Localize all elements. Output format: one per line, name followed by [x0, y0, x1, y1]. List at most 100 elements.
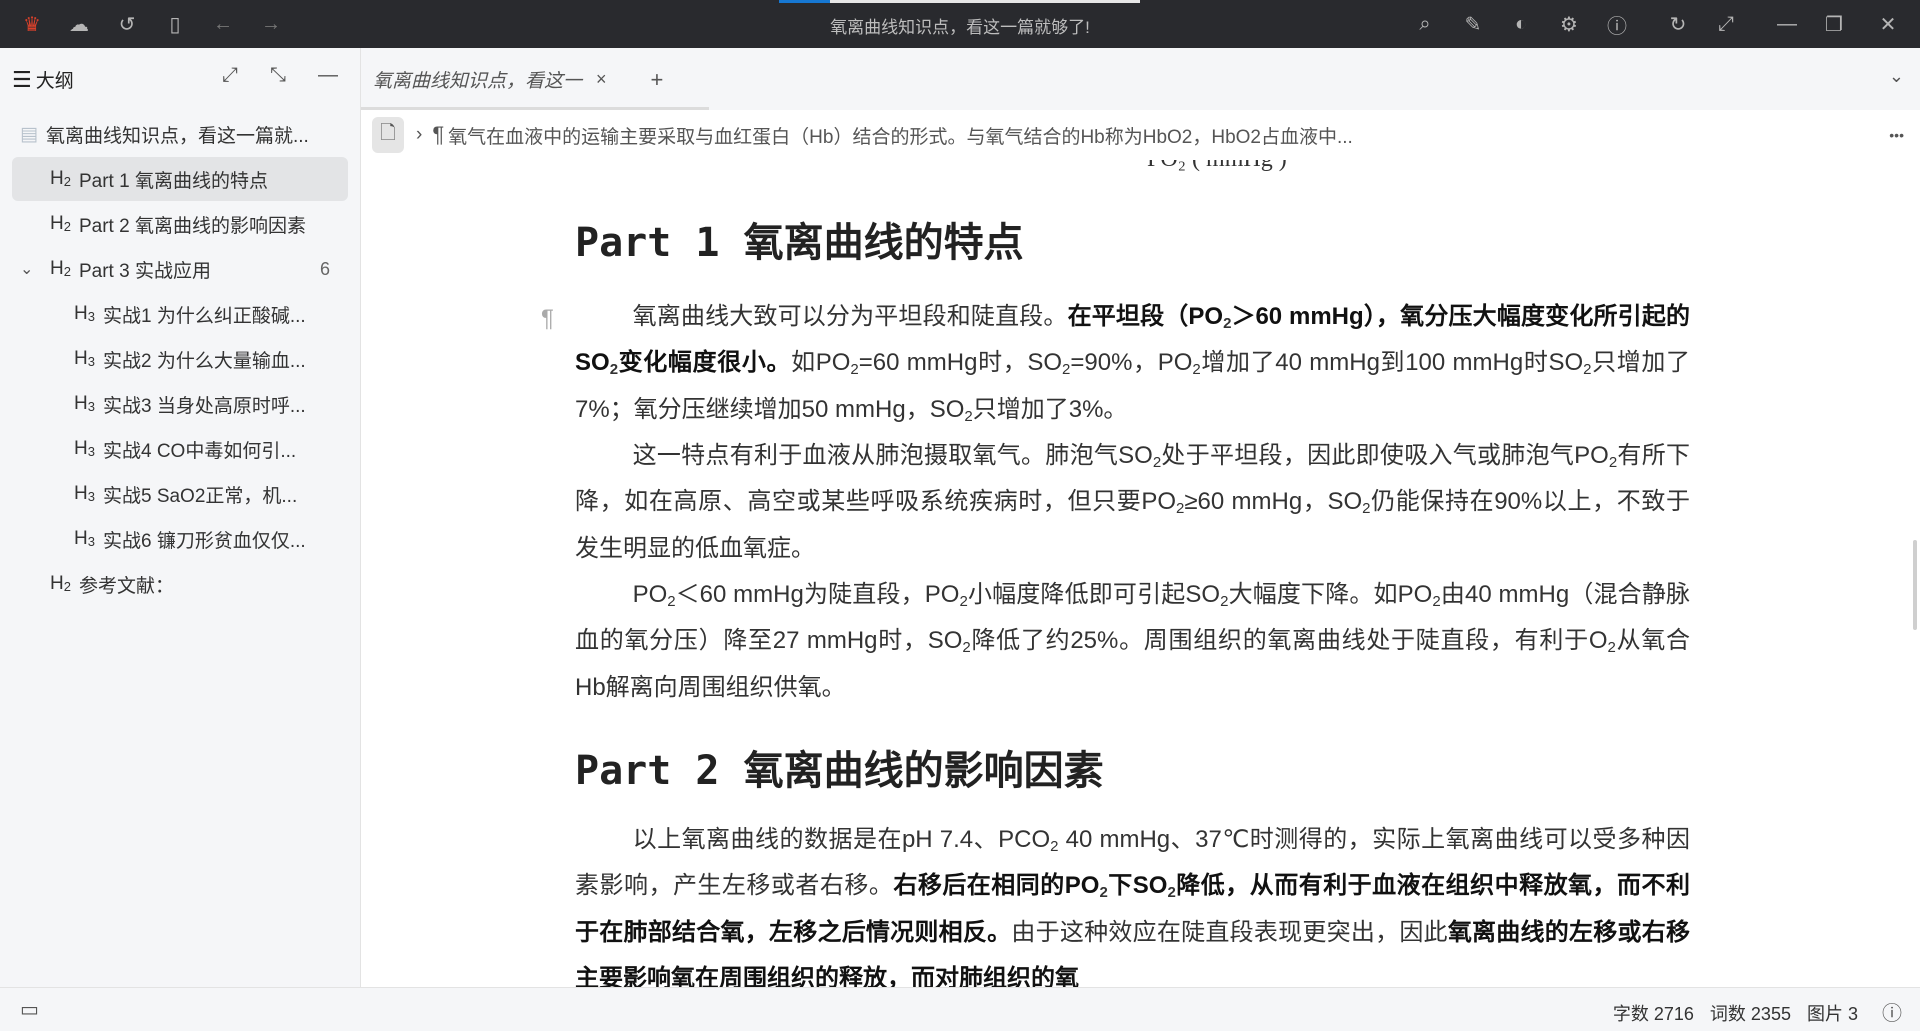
outline-item[interactable]: ⌄ H2 Part 3 实战应用 6 [12, 247, 348, 291]
tab-list-chevron-icon[interactable]: ⌄ [1889, 66, 1904, 87]
outline-item-label: 实战1 为什么纠正酸碱... [102, 305, 306, 327]
outline-item[interactable]: H3 实战3 当身处高原时呼... [12, 382, 348, 426]
subscript-text: 2 [1192, 361, 1201, 379]
text-run: 如PO [791, 349, 851, 377]
text-run: ≥60 mmHg，SO [1184, 488, 1363, 516]
word-count-label: 词数 [1709, 1004, 1746, 1024]
outline-item[interactable]: H3 实战6 镰刀形贫血仅仅... [12, 517, 348, 561]
image-count-label: 图片 [1806, 1004, 1843, 1024]
calendar-icon[interactable]: ▯ [161, 10, 189, 38]
heading-level-badge: H3 [74, 303, 95, 324]
cloud-icon[interactable]: ☁ [65, 10, 93, 38]
editor-content[interactable]: PO₂ ( mmHg ) Part 1 氧离曲线的特点 ¶ 氧离曲线大致可以分为平… [361, 160, 1920, 987]
gear-icon[interactable]: ⚙ [1555, 10, 1583, 38]
subscript-text: 2 [964, 407, 973, 425]
heading-level-badge: H3 [74, 348, 95, 369]
outline-item[interactable]: H3 实战5 SaO2正常，机... [12, 472, 348, 516]
vertical-scrollbar[interactable] [1913, 540, 1917, 630]
outline-item[interactable]: H3 实战4 CO中毒如何引... [12, 427, 348, 471]
heading-level-badge: H3 [74, 438, 95, 459]
text-run: 以上氧离曲线的数据是在pH 7.4、PCO [632, 826, 1051, 853]
text-run: 氧离曲线大致可以分为平坦段和陡直段。 [632, 303, 1068, 330]
bold-text: 右移后在相同的PO [893, 872, 1100, 900]
subscript-text: 2 [1167, 884, 1176, 902]
outline-item[interactable]: H2 Part 1 氧离曲线的特点 [12, 157, 348, 201]
text-run: 大幅度下降。如PO [1228, 581, 1433, 608]
text-run: 只增加了3%。 [972, 395, 1128, 423]
breadcrumb-path[interactable]: 氧气在血液中的运输主要采取与血红蛋白（Hb）结合的形式。与氧气结合的Hb称为Hb… [448, 122, 1353, 149]
heading-level-badge: H2 [50, 213, 71, 234]
forward-icon[interactable]: → [257, 10, 285, 38]
heading-level-badge: H2 [50, 573, 71, 594]
chevron-right-icon: › [416, 124, 423, 145]
outline-header: ☰ 大纲 [12, 66, 74, 93]
pencil-icon[interactable]: ✎ [1459, 10, 1487, 38]
tab-label: 氧离曲线知识点，看这一 [373, 71, 583, 92]
paragraph[interactable]: 以上氧离曲线的数据是在pH 7.4、PCO2 40 mmHg、37℃时测得的，实… [575, 817, 1690, 987]
text-run: ＜60 mmHg为陡直段，PO [675, 581, 960, 608]
text-run: 小幅度降低即可引起SO [967, 581, 1221, 608]
back-icon[interactable]: ← [209, 10, 237, 38]
paragraph[interactable]: ¶ 氧离曲线大致可以分为平坦段和陡直段。在平坦段（PO2＞60 mmHg），氧分压… [541, 294, 1690, 433]
more-options-button[interactable]: ••• [1889, 127, 1904, 143]
paragraph[interactable]: PO2＜60 mmHg为陡直段，PO2小幅度降低即可引起SO2大幅度下降。如PO… [575, 572, 1690, 711]
minimize-icon[interactable]: — [1773, 10, 1801, 38]
image-count-value: 3 [1847, 1004, 1858, 1024]
restore-icon[interactable]: ❐ [1820, 10, 1848, 38]
text-run: 由于这种效应在陡直段表现更突出，因此 [1011, 918, 1448, 946]
fullscreen-icon[interactable]: ⤢ [1712, 10, 1740, 38]
help-icon[interactable]: ⓘ [1882, 997, 1902, 1026]
image-axis-label: PO₂ ( mmHg ) [1147, 160, 1287, 173]
subscript-text: 2 [1152, 454, 1162, 471]
subscript-text: 2 [1099, 884, 1108, 902]
hide-outline-icon[interactable]: — [318, 64, 338, 87]
history-icon[interactable]: ↺ [113, 10, 141, 38]
outline-doc-title[interactable]: ▤ 氧离曲线知识点，看这一篇就... [12, 112, 348, 156]
tab-document[interactable]: 氧离曲线知识点，看这一 × + [373, 66, 663, 93]
outline-list-icon: ☰ [12, 66, 32, 92]
crown-icon[interactable]: ♛ [18, 10, 46, 38]
outline-item-label: 实战5 SaO2正常，机... [102, 485, 298, 507]
document-icon: ▤ [20, 123, 38, 145]
paragraph[interactable]: 这一特点有利于血液从肺泡摄取氧气。肺泡气SO2处于平坦段，因此即使吸入气或肺泡气… [575, 433, 1690, 572]
subscript-text: 2 [609, 361, 619, 379]
tab-bar: 氧离曲线知识点，看这一 × + ⌄ [361, 48, 1920, 110]
chevron-down-icon[interactable]: ⌄ [20, 259, 33, 279]
char-count-label: 字数 [1612, 1004, 1649, 1024]
outline-item[interactable]: H2 Part 2 氧离曲线的影响因素 [12, 202, 348, 246]
outline-item-label: Part 2 氧离曲线的影响因素 [78, 215, 306, 237]
paragraph-mark-icon[interactable]: ¶ [541, 296, 554, 342]
outline-item[interactable]: H2 参考文献： [12, 562, 348, 606]
search-icon[interactable]: ⌕ [1411, 10, 1439, 38]
subscript-text: 2 [667, 593, 676, 610]
text-run: 这一特点有利于血液从肺泡摄取氧气。肺泡气SO [632, 442, 1153, 469]
outline-item-count: 6 [319, 258, 330, 279]
heading-level-badge: H2 [50, 168, 71, 189]
text-run: 处于平坦段，因此即使吸入气或肺泡气PO [1161, 442, 1609, 469]
document-icon[interactable]: 🗋 [372, 117, 404, 153]
bold-text: 在平坦段（PO [1067, 303, 1224, 330]
outline-title: 大纲 [35, 71, 74, 92]
new-tab-button[interactable]: + [651, 67, 664, 93]
heading-level-badge: H3 [74, 483, 95, 504]
outline-item-label: 实战4 CO中毒如何引... [102, 440, 297, 462]
collapse-icon[interactable]: ⤡ [270, 64, 286, 87]
sync-icon[interactable]: ↻ [1664, 10, 1692, 38]
paragraph-icon: ¶ [432, 122, 445, 147]
text-run: PO [632, 581, 668, 608]
outline-item-label: 实战3 当身处高原时呼... [102, 395, 306, 417]
subscript-text: 2 [959, 593, 968, 610]
expand-icon[interactable]: ⤢ [222, 64, 238, 87]
toggle-sidebar-icon[interactable]: ▭ [20, 997, 39, 1022]
doc-title-label: 氧离曲线知识点，看这一篇就... [45, 125, 309, 147]
outline-sidebar: ☰ 大纲 ⤢ ⤡ — ▤ 氧离曲线知识点，看这一篇就... H2 Part 1 氧… [0, 48, 361, 987]
heading-level-badge: H3 [74, 528, 95, 549]
theme-icon[interactable]: ◐ [1507, 10, 1535, 38]
help-icon[interactable]: ⓘ [1603, 10, 1631, 38]
text-run: =60 mmHg时，SO [858, 349, 1063, 377]
tab-close-button[interactable]: × [596, 69, 607, 90]
close-icon[interactable]: ✕ [1874, 10, 1902, 38]
outline-item[interactable]: H3 实战2 为什么大量输血... [12, 337, 348, 381]
outline-item-label: Part 3 实战应用 [78, 260, 211, 282]
outline-item[interactable]: H3 实战1 为什么纠正酸碱... [12, 292, 348, 336]
